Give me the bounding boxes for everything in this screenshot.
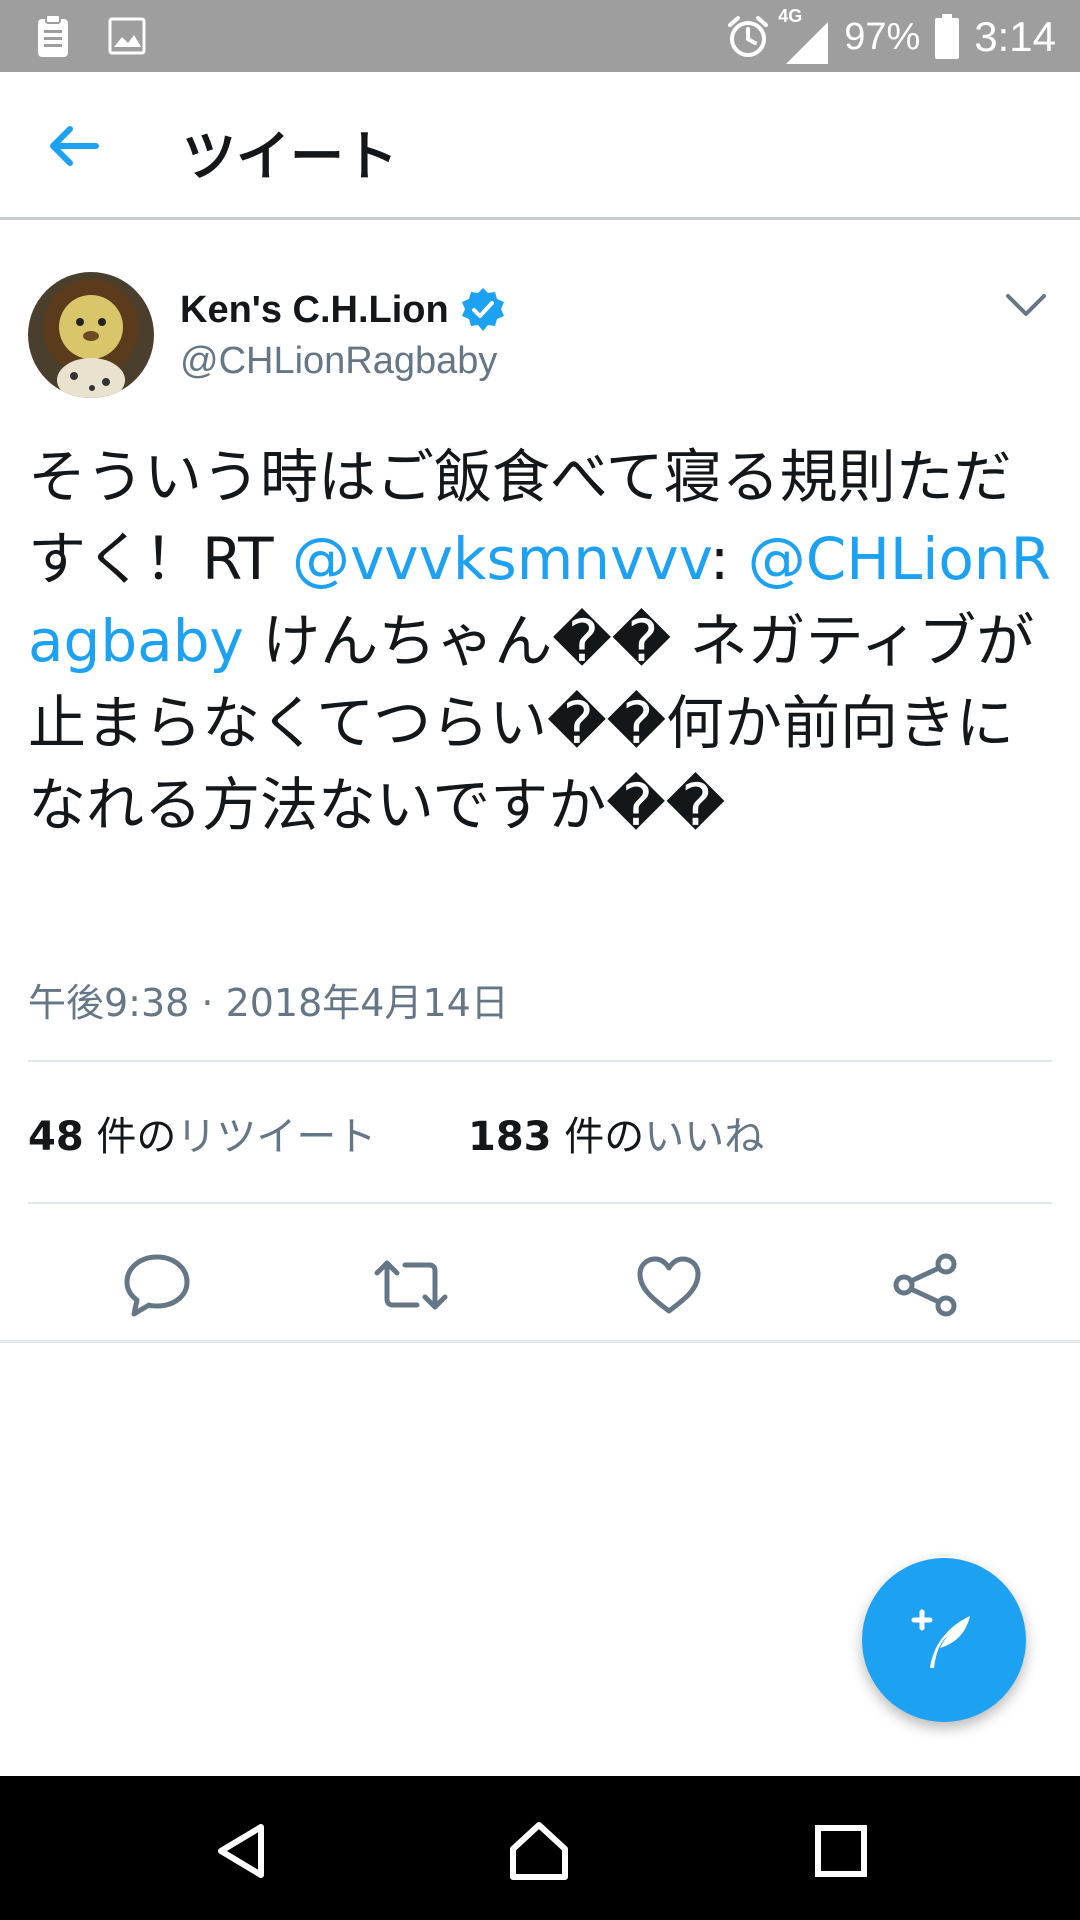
status-bar: 4G 97% 3:14 — [0, 0, 1080, 72]
navigation-bar — [0, 1776, 1080, 1920]
nav-recents-button[interactable] — [796, 1806, 886, 1896]
verified-badge-icon — [461, 288, 504, 331]
like-unit: 件の — [564, 1114, 645, 1160]
tweet-timestamp: 午後9:38 · 2018年4月14日 — [28, 981, 509, 1025]
signal-icon — [786, 22, 829, 64]
share-button[interactable] — [880, 1240, 970, 1330]
compose-tweet-button[interactable] — [862, 1558, 1026, 1722]
lion-avatar-image — [28, 272, 154, 398]
nav-back-icon — [218, 1824, 264, 1878]
status-notifications — [36, 14, 146, 58]
reply-icon — [124, 1254, 190, 1317]
tweet-text-part: : — [709, 525, 748, 593]
like-count: 183 — [468, 1114, 552, 1160]
nav-home-button[interactable] — [494, 1806, 584, 1896]
retweet-count: 48 — [28, 1114, 84, 1160]
author-name-row[interactable]: Ken's C.H.Lion — [180, 286, 507, 334]
like-icon — [637, 1256, 701, 1314]
divider — [28, 1060, 1052, 1062]
image-icon — [108, 17, 146, 55]
retweet-icon — [374, 1260, 448, 1310]
likes-stat[interactable]: 183 件のいいね — [468, 1104, 764, 1162]
clipboard-icon — [38, 14, 68, 57]
battery-icon — [935, 14, 960, 59]
retweets-stat[interactable]: 48 件のリツイート — [28, 1104, 376, 1162]
tweet-text: そういう時はご飯食べて寝る規則ただすく！RT @vvvksmnvvv: @CHL… — [28, 436, 1058, 846]
retweet-label: リツイート — [176, 1114, 377, 1160]
avatar[interactable] — [28, 272, 154, 398]
nav-recents-icon — [815, 1825, 867, 1877]
status-system: 4G 97% 3:14 — [726, 6, 1056, 64]
alarm-icon — [728, 16, 769, 57]
like-label: いいね — [644, 1114, 765, 1160]
battery-percent: 97% — [844, 15, 921, 58]
divider — [0, 1340, 1080, 1343]
reply-button[interactable] — [112, 1240, 202, 1330]
nav-back-button[interactable] — [196, 1806, 286, 1896]
mention-link[interactable]: @vvvksmnvvv — [292, 525, 710, 593]
tweet-actions — [0, 1230, 1080, 1340]
divider — [28, 1202, 1052, 1204]
nav-home-icon — [510, 1822, 568, 1880]
signal-indicator: 4G — [778, 6, 830, 64]
clock: 3:14 — [974, 13, 1056, 60]
chevron-down-icon — [1006, 294, 1046, 316]
author-handle[interactable]: @CHLionRagbaby — [180, 340, 497, 383]
app-header: ツイート — [0, 72, 1080, 220]
share-icon — [893, 1253, 957, 1317]
page-title: ツイート — [182, 125, 398, 188]
back-button[interactable] — [44, 116, 112, 176]
retweet-button[interactable] — [366, 1240, 456, 1330]
retweet-unit: 件の — [96, 1114, 177, 1160]
back-arrow-icon — [50, 126, 99, 166]
like-button[interactable] — [624, 1240, 714, 1330]
compose-tweet-icon — [911, 1609, 970, 1668]
tweet-menu-button[interactable] — [1004, 288, 1048, 324]
author-name: Ken's C.H.Lion — [180, 288, 449, 331]
